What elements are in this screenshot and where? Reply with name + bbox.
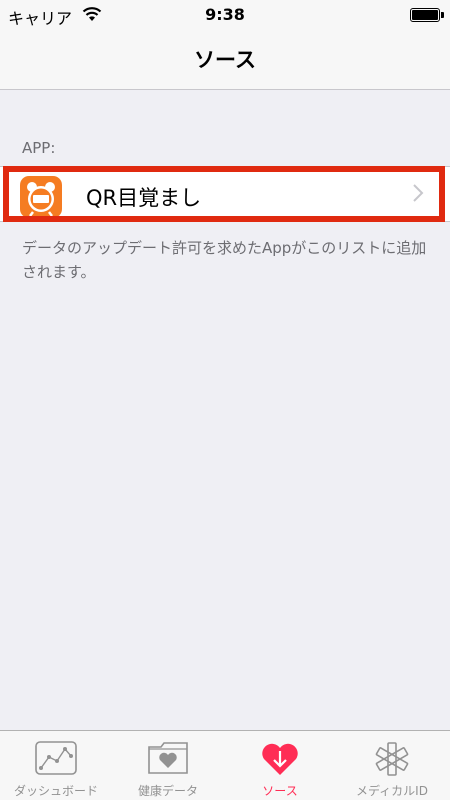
medical-id-asterisk-icon <box>374 741 410 781</box>
status-bar: キャリア 9:38 <box>0 0 450 30</box>
tab-label: ソース <box>262 784 298 798</box>
chevron-right-icon <box>412 183 424 207</box>
tab-medical-id[interactable]: メディカルID <box>336 731 448 800</box>
dashboard-chart-icon <box>35 741 77 779</box>
source-app-label: QR目覚まし <box>86 186 202 210</box>
tab-bar: ダッシュボード 健康データ ソース メディカルID <box>0 730 450 800</box>
health-data-folder-icon <box>147 741 189 779</box>
tab-label: メディカルID <box>356 784 428 798</box>
tab-sources[interactable]: ソース <box>224 731 336 800</box>
tab-dashboard[interactable]: ダッシュボード <box>0 731 112 800</box>
section-header: APP: <box>22 139 56 157</box>
tab-health-data[interactable]: 健康データ <box>112 731 224 800</box>
section-footer-text: データのアップデート許可を求めたAppがこのリストに追加されます。 <box>22 239 427 281</box>
battery-icon <box>410 8 440 22</box>
battery-cap <box>441 12 444 18</box>
navigation-bar: ソース <box>0 30 450 90</box>
tab-label: ダッシュボード <box>13 784 98 798</box>
status-time: 9:38 <box>205 5 245 24</box>
tab-label: 健康データ <box>137 784 198 798</box>
page-title: ソース <box>194 48 256 72</box>
source-app-row[interactable]: QR目覚まし <box>0 166 450 222</box>
alarm-clock-app-icon <box>20 176 62 218</box>
sources-heart-icon <box>260 741 300 781</box>
